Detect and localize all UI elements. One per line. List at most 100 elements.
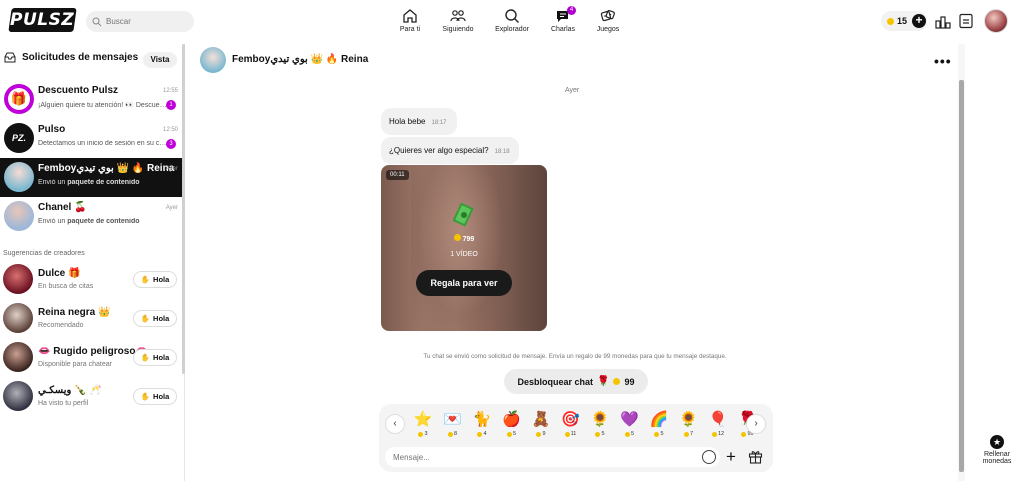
gift-to-view-button[interactable]: Regala para ver — [416, 270, 512, 296]
blurred-preview — [411, 165, 511, 331]
nav-siguiendo[interactable]: Siguiendo — [433, 8, 483, 33]
gifts-prev-button[interactable]: ‹ — [385, 414, 405, 434]
gift-item[interactable]: ⭐ 3 — [409, 410, 437, 437]
nav-charlas[interactable]: 4 Charlas — [538, 6, 588, 33]
top-bar: PULSZ Para ti Siguiendo Explorador 4 Cha… — [0, 0, 1024, 44]
pulsz-logo[interactable]: PULSZ — [8, 8, 77, 32]
gift-item[interactable]: 🌈 5 — [645, 410, 673, 437]
nav-label: Para ti — [399, 26, 421, 33]
gift-item[interactable]: 🌻 5 — [586, 410, 614, 437]
message-text: Hola bebe — [389, 117, 426, 126]
chat-scrollbar[interactable] — [959, 80, 964, 472]
suggestion-item[interactable]: Reina negra 👑 Recomendado ✋ Hola — [0, 299, 182, 338]
leaderboard-icon[interactable] — [935, 13, 951, 29]
unlock-chat-button[interactable]: Desbloquear chat 🌹 99 — [504, 369, 648, 394]
suggestion-item[interactable]: ويسكـي 🍾 🥂 Ha visto tu perfil ✋ Hola — [0, 377, 182, 416]
sidebar-scrollbar[interactable] — [182, 44, 185, 374]
refill-label-1: Rellenar — [983, 451, 1011, 458]
creator-name: ويسكـي 🍾 🥂 — [38, 385, 102, 396]
conversation-item-active[interactable]: Femboyبوي تيدي 👑 🔥 Reina Envió un paquet… — [0, 158, 182, 197]
message-field[interactable] — [385, 447, 720, 467]
unlock-label: Desbloquear chat — [517, 376, 594, 387]
gift-icon[interactable] — [748, 449, 763, 464]
unread-badge: 1 — [166, 100, 176, 110]
chat-contact-name[interactable]: Femboyبوي تيدي 👑 🔥 Reina — [232, 54, 368, 65]
gift-item[interactable]: 🧸 9 — [527, 410, 555, 437]
nav-explorador[interactable]: Explorador — [487, 8, 537, 33]
suggestions-title: Sugerencias de creadores — [3, 250, 85, 257]
message-text: ¿Quieres ver algo especial? — [389, 146, 489, 155]
refill-coins-button[interactable]: ★ Rellenar monedas — [975, 435, 1019, 465]
nav-para-ti[interactable]: Para ti — [385, 8, 435, 33]
gift-price: 5 — [624, 431, 634, 437]
dice-icon — [600, 9, 615, 22]
chat-badge: 4 — [567, 6, 576, 15]
wave-hand-icon: ✋ — [140, 314, 151, 323]
gift-glyph-icon: 🎯 — [561, 411, 580, 428]
suggestion-item[interactable]: Dulce 🎁 En busca de citas ✋ Hola — [0, 260, 182, 299]
nav-juegos[interactable]: Juegos — [583, 8, 633, 33]
view-button[interactable]: Vista — [143, 52, 177, 68]
add-attachment-icon[interactable]: + — [726, 448, 736, 465]
say-hola-button[interactable]: ✋ Hola — [133, 310, 177, 327]
day-separator: Ayer — [565, 87, 580, 94]
gift-glyph-icon: 🧸 — [531, 411, 551, 428]
coin-icon — [741, 431, 747, 437]
gift-price: 7 — [683, 431, 693, 437]
user-avatar[interactable] — [984, 9, 1008, 33]
unread-badge: 3 — [166, 139, 176, 149]
search-input[interactable] — [106, 17, 186, 26]
gift-glyph-icon: 🐈 — [472, 411, 492, 428]
nav-label: Juegos — [596, 26, 620, 33]
conversation-item[interactable]: PZ. Pulso Detectamos un inicio de sesión… — [0, 119, 182, 158]
gift-item[interactable]: 🐈 4 — [468, 410, 496, 437]
say-hola-button[interactable]: ✋ Hola — [133, 388, 177, 405]
suggestion-item[interactable]: 👄 Rugido peligroso👄 Disponible para chat… — [0, 338, 182, 377]
logo-text: PULSZ — [10, 10, 75, 30]
conversation-item[interactable]: 🎁 Descuento Pulsz ¡Alguien quiere tu ate… — [0, 80, 182, 119]
unlock-price: 99 — [624, 376, 635, 387]
coin-icon — [418, 431, 424, 437]
gift-price-value: 5 — [660, 431, 664, 437]
wallet-icon[interactable] — [958, 13, 974, 29]
gift-item[interactable]: 💌 8 — [439, 410, 467, 437]
emoji-icon[interactable] — [702, 450, 716, 464]
hola-label: Hola — [153, 275, 170, 284]
chat-avatar[interactable] — [200, 47, 226, 73]
search-box[interactable] — [86, 11, 194, 32]
gift-price-value: 5 — [601, 431, 605, 437]
coin-icon — [506, 431, 512, 437]
conversation-preview: ¡Alguien quiere tu atención! 👀 Descuento — [38, 102, 168, 109]
conversation-time: Ayer — [165, 205, 178, 211]
conversation-item[interactable]: Chanel 🍒 Envió un paquete de contenido A… — [0, 197, 182, 236]
conversation-preview: Envió un paquete de contenido — [38, 218, 168, 225]
coin-icon — [536, 431, 542, 437]
coin-count: 15 — [897, 16, 908, 26]
locked-media-card[interactable]: 00:11 799 1 VÍDEO Regala para ver — [381, 165, 547, 331]
nav-label: Charlas — [550, 26, 576, 33]
gift-price-value: 11 — [570, 431, 577, 437]
gift-item[interactable]: 🎯 11 — [557, 410, 585, 437]
say-hola-button[interactable]: ✋ Hola — [133, 349, 177, 366]
gift-item[interactable]: 🍎 5 — [498, 410, 526, 437]
say-hola-button[interactable]: ✋ Hola — [133, 271, 177, 288]
message-input[interactable] — [393, 452, 683, 462]
more-options-icon[interactable]: ••• — [934, 53, 952, 69]
home-icon — [403, 9, 417, 23]
gifts-next-button[interactable]: › — [746, 414, 766, 434]
gift-glyph-icon: 💌 — [443, 411, 462, 428]
gift-item[interactable]: 💜 5 — [616, 410, 644, 437]
search-icon — [92, 17, 102, 26]
coin-balance[interactable]: 15 + — [881, 11, 927, 31]
gift-item[interactable]: 🎈 12 — [704, 410, 732, 437]
coin-icon — [711, 431, 717, 437]
gift-item[interactable]: 🌻 7 — [675, 410, 703, 437]
media-price: 799 — [381, 234, 547, 243]
coin-icon — [477, 431, 483, 437]
coin-icon — [595, 431, 601, 437]
sidebar-title: Solicitudes de mensajes — [22, 52, 139, 63]
gift-glyph-icon: 🍎 — [502, 411, 521, 428]
gift-glyph-icon: 💜 — [620, 411, 639, 428]
gift-price: 5 — [595, 431, 605, 437]
add-coins-icon[interactable]: + — [912, 14, 927, 28]
